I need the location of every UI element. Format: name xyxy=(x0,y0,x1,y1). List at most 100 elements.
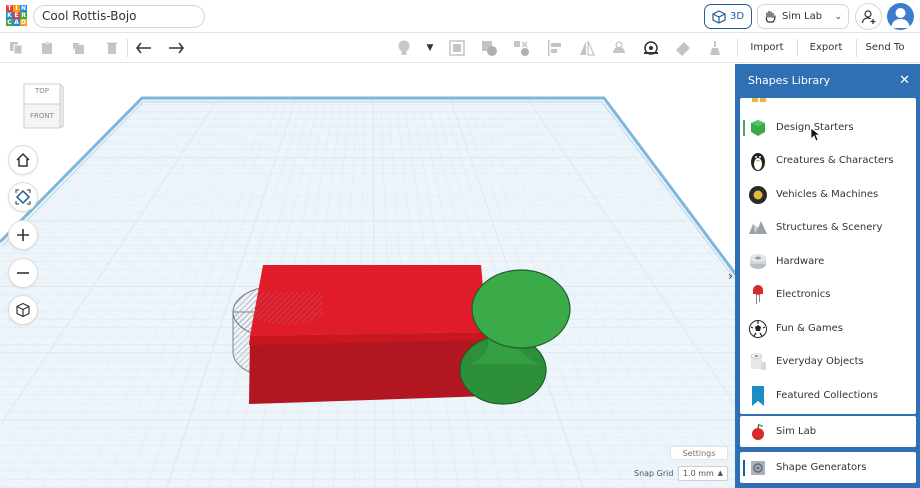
light-dropdown-button[interactable]: ▼ xyxy=(420,38,440,58)
cube-icon xyxy=(712,9,726,24)
view-3d-button[interactable]: 3D xyxy=(704,4,752,29)
zoom-out-button[interactable] xyxy=(8,258,38,288)
sim-lab-label: Sim Lab xyxy=(782,11,823,22)
user-avatar-icon xyxy=(891,8,910,28)
note-icon xyxy=(644,41,658,55)
shapes-library-title: Shapes Library xyxy=(748,74,831,87)
settings-button[interactable]: Settings xyxy=(670,446,728,460)
align-button[interactable] xyxy=(545,38,565,58)
cruise-button[interactable] xyxy=(609,38,629,58)
shapes-library-panel: Shapes Library ✕ Design Starters Creatur… xyxy=(735,64,920,488)
shapes-library-list[interactable]: Design Starters Creatures & Characters V… xyxy=(740,98,916,414)
bookmark-icon xyxy=(752,385,764,406)
library-item-label: Featured Collections xyxy=(776,390,878,401)
add-user-button[interactable] xyxy=(855,3,882,30)
import-button[interactable]: Import xyxy=(742,38,792,58)
snap-grid-select[interactable]: 1.0 mm ▲ xyxy=(678,466,728,481)
library-item-label: Electronics xyxy=(776,289,831,300)
close-icon[interactable]: ✕ xyxy=(899,70,910,92)
chevron-right-icon[interactable]: › xyxy=(728,269,733,283)
snap-grid-label: Snap Grid xyxy=(634,469,674,478)
red-box[interactable] xyxy=(249,265,490,404)
library-item-label: Creatures & Characters xyxy=(776,155,894,166)
lightbulb-icon xyxy=(398,40,410,55)
toolbar-divider xyxy=(737,39,738,57)
redo-button[interactable] xyxy=(166,38,186,58)
flashlight-button[interactable] xyxy=(705,38,725,58)
light-button[interactable] xyxy=(394,38,414,58)
library-item-vehicles[interactable]: Vehicles & Machines xyxy=(740,178,916,211)
soccer-ball-icon xyxy=(749,319,767,338)
home-icon xyxy=(16,152,30,167)
sim-lab-dropdown[interactable]: Sim Lab ⌄ xyxy=(757,4,849,29)
selection-bar xyxy=(743,460,745,476)
trash-icon xyxy=(107,42,117,54)
library-item-everyday[interactable]: Everyday Objects xyxy=(740,345,916,378)
home-view-button[interactable] xyxy=(8,145,38,175)
duplicate-button[interactable] xyxy=(68,38,88,58)
ruler-icon xyxy=(676,42,690,56)
ortho-view-button[interactable] xyxy=(8,295,38,325)
view-cube-front-label[interactable]: FRONT xyxy=(24,112,60,120)
avatar[interactable] xyxy=(887,3,914,30)
library-item-label: Everyday Objects xyxy=(776,356,864,367)
undo-icon xyxy=(136,42,151,54)
ungroup-button[interactable] xyxy=(511,38,531,58)
delete-button[interactable] xyxy=(102,38,122,58)
zoom-in-button[interactable] xyxy=(8,220,38,250)
paste-button[interactable] xyxy=(37,38,57,58)
snap-grid-value: 1.0 mm xyxy=(683,469,714,478)
edit-toolbar: ▼ Import Export Send To xyxy=(0,33,920,63)
partial-item-icon xyxy=(752,98,766,102)
notes-button[interactable] xyxy=(641,38,661,58)
top-bar: T I N K E R C A D Cool Rottis-Bojo 3D Si… xyxy=(0,0,920,33)
workplane-tool-button[interactable] xyxy=(447,38,467,58)
view-cube-top-label[interactable]: TOP xyxy=(24,87,60,95)
library-item-featured[interactable]: Featured Collections xyxy=(740,379,916,412)
group-icon xyxy=(482,41,497,56)
shape-generators-card[interactable]: Shape Generators xyxy=(740,452,916,483)
undo-button[interactable] xyxy=(134,38,154,58)
fit-view-button[interactable] xyxy=(8,182,38,212)
copy-button[interactable] xyxy=(6,38,26,58)
send-to-button[interactable]: Send To xyxy=(859,38,911,58)
caret-down-icon: ▼ xyxy=(426,43,434,53)
apple-icon xyxy=(752,423,764,440)
toolbar-divider xyxy=(127,39,128,57)
library-item-hardware[interactable]: Hardware xyxy=(740,245,916,278)
shapes-library-header[interactable]: Shapes Library ✕ xyxy=(740,70,916,92)
group-button[interactable] xyxy=(479,38,499,58)
penguin-icon xyxy=(751,152,765,171)
redo-icon xyxy=(169,42,184,54)
view-cube[interactable]: TOP FRONT xyxy=(20,80,65,130)
add-user-icon xyxy=(861,9,875,24)
paste-icon xyxy=(42,41,52,54)
green-cube-icon xyxy=(751,119,765,136)
workplane-scene[interactable] xyxy=(0,64,735,488)
library-item-creatures[interactable]: Creatures & Characters xyxy=(740,144,916,177)
duplicate-icon xyxy=(73,43,84,54)
library-item-label: Hardware xyxy=(776,256,825,267)
mirror-button[interactable] xyxy=(577,38,597,58)
toilet-paper-icon xyxy=(750,352,766,370)
ruler-button[interactable] xyxy=(673,38,693,58)
library-item-fun-games[interactable]: Fun & Games xyxy=(740,312,916,345)
library-item-electronics[interactable]: Electronics xyxy=(740,278,916,311)
flashlight-icon xyxy=(710,41,720,55)
library-item-structures[interactable]: Structures & Scenery xyxy=(740,211,916,244)
rocks-icon xyxy=(749,220,767,234)
wheel-icon xyxy=(749,185,767,204)
sim-lab-card[interactable]: Sim Lab xyxy=(740,416,916,447)
library-item-label: Vehicles & Machines xyxy=(776,189,879,200)
project-title-input[interactable]: Cool Rottis-Bojo xyxy=(33,5,205,28)
hand-icon xyxy=(765,10,776,23)
nut-icon xyxy=(750,253,766,269)
library-item-design-starters[interactable]: Design Starters xyxy=(740,111,916,144)
export-button[interactable]: Export xyxy=(801,38,851,58)
perspective-cube-icon xyxy=(16,302,30,318)
workplane-viewport[interactable]: TOP FRONT › Settings Snap Grid 1.0 mm ▲ xyxy=(0,64,735,488)
align-icon xyxy=(548,40,561,56)
tinkercad-logo[interactable]: T I N K E R C A D xyxy=(6,5,28,27)
hole-cylinder-front xyxy=(250,292,323,325)
sim-lab-card-label: Sim Lab xyxy=(776,426,817,437)
